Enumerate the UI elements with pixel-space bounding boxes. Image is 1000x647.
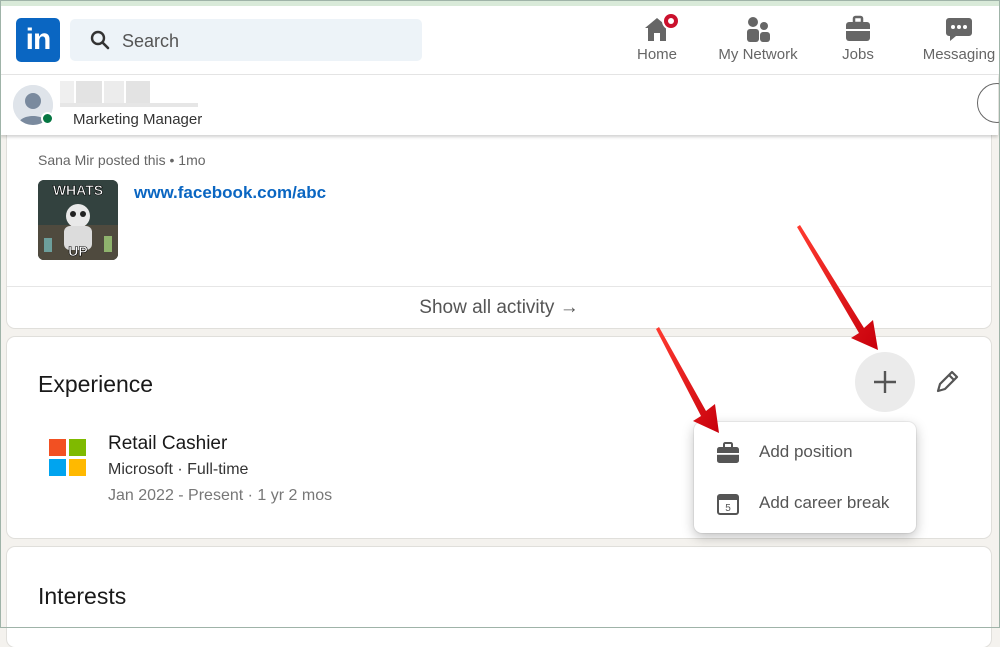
add-experience-menu: Add position 5 Add career break [694,422,916,533]
briefcase-icon [846,15,870,41]
blurred-name [60,81,198,107]
briefcase-icon [717,442,739,463]
job-company: Microsoft · Full-time [108,461,249,478]
network-icon [747,17,770,42]
nav-jobs-label: Jobs [842,46,874,63]
search-box[interactable] [70,19,422,63]
top-nav: in Home My Network Jobs [0,6,1000,75]
nav-my-network-label: My Network [718,46,798,63]
profile-headline: Marketing Manager [73,111,203,128]
nav-my-network[interactable]: My Network [712,14,804,70]
nav-jobs[interactable]: Jobs [836,14,880,70]
job-title[interactable]: Retail Cashier [108,433,227,455]
show-all-activity-button[interactable]: Show all activity → [7,287,991,328]
pencil-icon[interactable] [932,367,962,397]
interests-card: Interests [7,547,991,647]
menu-item-label: Add position [759,442,853,461]
nav-messaging[interactable]: Messaging [920,14,998,70]
menu-item-label: Add career break [759,493,890,512]
search-icon [90,30,110,50]
post-link[interactable]: www.facebook.com/abc [134,183,326,203]
menu-item-add-career-break[interactable]: 5 Add career break [694,479,916,529]
meme-image: WHATS UP [38,180,118,260]
nav-messaging-label: Messaging [922,46,996,63]
search-input[interactable] [120,19,414,63]
thumbnail-caption-bottom: UP [68,243,87,259]
nav-home[interactable]: Home [630,12,684,70]
activity-card: Sana Mir posted this • 1mo WHATS UP www.… [7,120,991,328]
calendar-icon: 5 [717,494,739,515]
activity-post-meta: Sana Mir posted this • 1mo [38,152,206,168]
nav-home-label: Home [636,46,677,63]
notification-badge [662,12,680,30]
menu-item-add-position[interactable]: Add position [694,428,916,478]
calendar-day: 5 [725,503,731,514]
post-thumbnail[interactable]: WHATS UP [38,180,118,260]
experience-title: Experience [38,371,154,397]
job-dates: Jan 2022 - Present · 1 yr 2 mos [108,487,333,504]
interests-title: Interests [38,583,127,609]
microsoft-logo[interactable] [49,439,86,476]
add-experience-button[interactable] [855,352,915,412]
linkedin-logo[interactable]: in [16,18,60,62]
sticky-profile-bar: Marketing Manager [0,75,1000,135]
plus-icon [874,371,896,393]
more-button[interactable] [977,83,1000,123]
online-presence-dot [41,112,54,125]
thumbnail-caption-top: WHATS [53,182,103,198]
messaging-icon [946,18,972,41]
